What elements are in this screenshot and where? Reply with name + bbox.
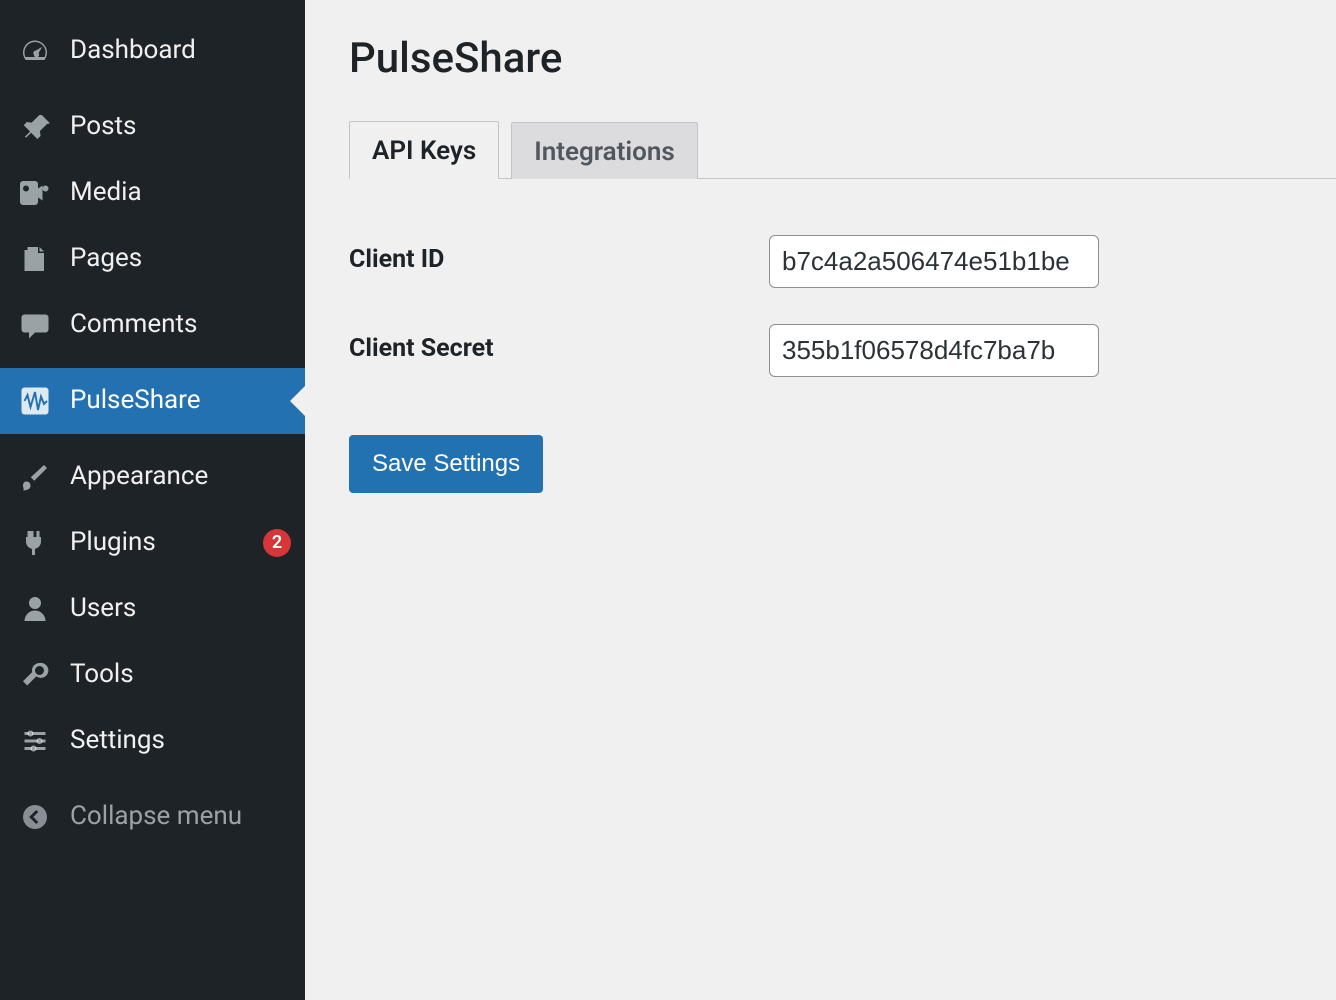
sidebar-item-label: Tools	[70, 659, 291, 690]
sidebar-item-label: Media	[70, 177, 291, 208]
user-icon	[18, 592, 52, 626]
client-id-input[interactable]	[769, 235, 1099, 288]
tab-integrations[interactable]: Integrations	[511, 122, 698, 179]
pulseshare-icon	[18, 384, 52, 418]
sidebar-item-plugins[interactable]: Plugins 2	[0, 510, 305, 576]
tab-api-keys[interactable]: API Keys	[349, 121, 499, 179]
sliders-icon	[18, 724, 52, 758]
sidebar-item-dashboard[interactable]: Dashboard	[0, 18, 305, 84]
collapse-icon	[18, 800, 52, 834]
brush-icon	[18, 460, 52, 494]
sidebar-item-label: Plugins	[70, 527, 235, 558]
comment-icon	[18, 308, 52, 342]
save-settings-label: Save Settings	[372, 450, 520, 477]
sidebar-item-label: Posts	[70, 111, 291, 142]
sidebar-collapse-label: Collapse menu	[70, 801, 291, 832]
update-count-badge: 2	[263, 529, 291, 557]
client-secret-input[interactable]	[769, 324, 1099, 377]
sidebar-item-label: Comments	[70, 309, 291, 340]
sidebar-item-pages[interactable]: Pages	[0, 226, 305, 292]
dashboard-icon	[18, 34, 52, 68]
sidebar-item-tools[interactable]: Tools	[0, 642, 305, 708]
sidebar-item-pulseshare[interactable]: PulseShare	[0, 368, 305, 434]
admin-sidebar: Dashboard Posts Media Pages Comments Pul…	[0, 0, 305, 1000]
settings-page: PulseShare API Keys Integrations Client …	[305, 0, 1336, 1000]
save-settings-button[interactable]: Save Settings	[349, 435, 543, 493]
media-icon	[18, 176, 52, 210]
tab-label: API Keys	[372, 136, 476, 166]
sidebar-item-label: PulseShare	[70, 385, 291, 416]
sidebar-item-label: Appearance	[70, 461, 291, 492]
sidebar-item-label: Settings	[70, 725, 291, 756]
pages-icon	[18, 242, 52, 276]
sidebar-item-label: Dashboard	[70, 35, 291, 66]
sidebar-item-users[interactable]: Users	[0, 576, 305, 642]
sidebar-item-comments[interactable]: Comments	[0, 292, 305, 358]
api-keys-form: Client ID Client Secret	[349, 217, 1099, 395]
client-secret-label: Client Secret	[349, 306, 769, 395]
pin-icon	[18, 110, 52, 144]
tab-label: Integrations	[534, 137, 675, 167]
sidebar-item-label: Pages	[70, 243, 291, 274]
client-id-label: Client ID	[349, 217, 769, 306]
tab-bar: API Keys Integrations	[349, 121, 1336, 179]
sidebar-item-media[interactable]: Media	[0, 160, 305, 226]
sidebar-collapse-toggle[interactable]: Collapse menu	[0, 784, 305, 850]
page-title: PulseShare	[349, 34, 1336, 83]
wrench-icon	[18, 658, 52, 692]
sidebar-item-settings[interactable]: Settings	[0, 708, 305, 774]
sidebar-item-label: Users	[70, 593, 291, 624]
plug-icon	[18, 526, 52, 560]
sidebar-item-posts[interactable]: Posts	[0, 94, 305, 160]
sidebar-item-appearance[interactable]: Appearance	[0, 444, 305, 510]
